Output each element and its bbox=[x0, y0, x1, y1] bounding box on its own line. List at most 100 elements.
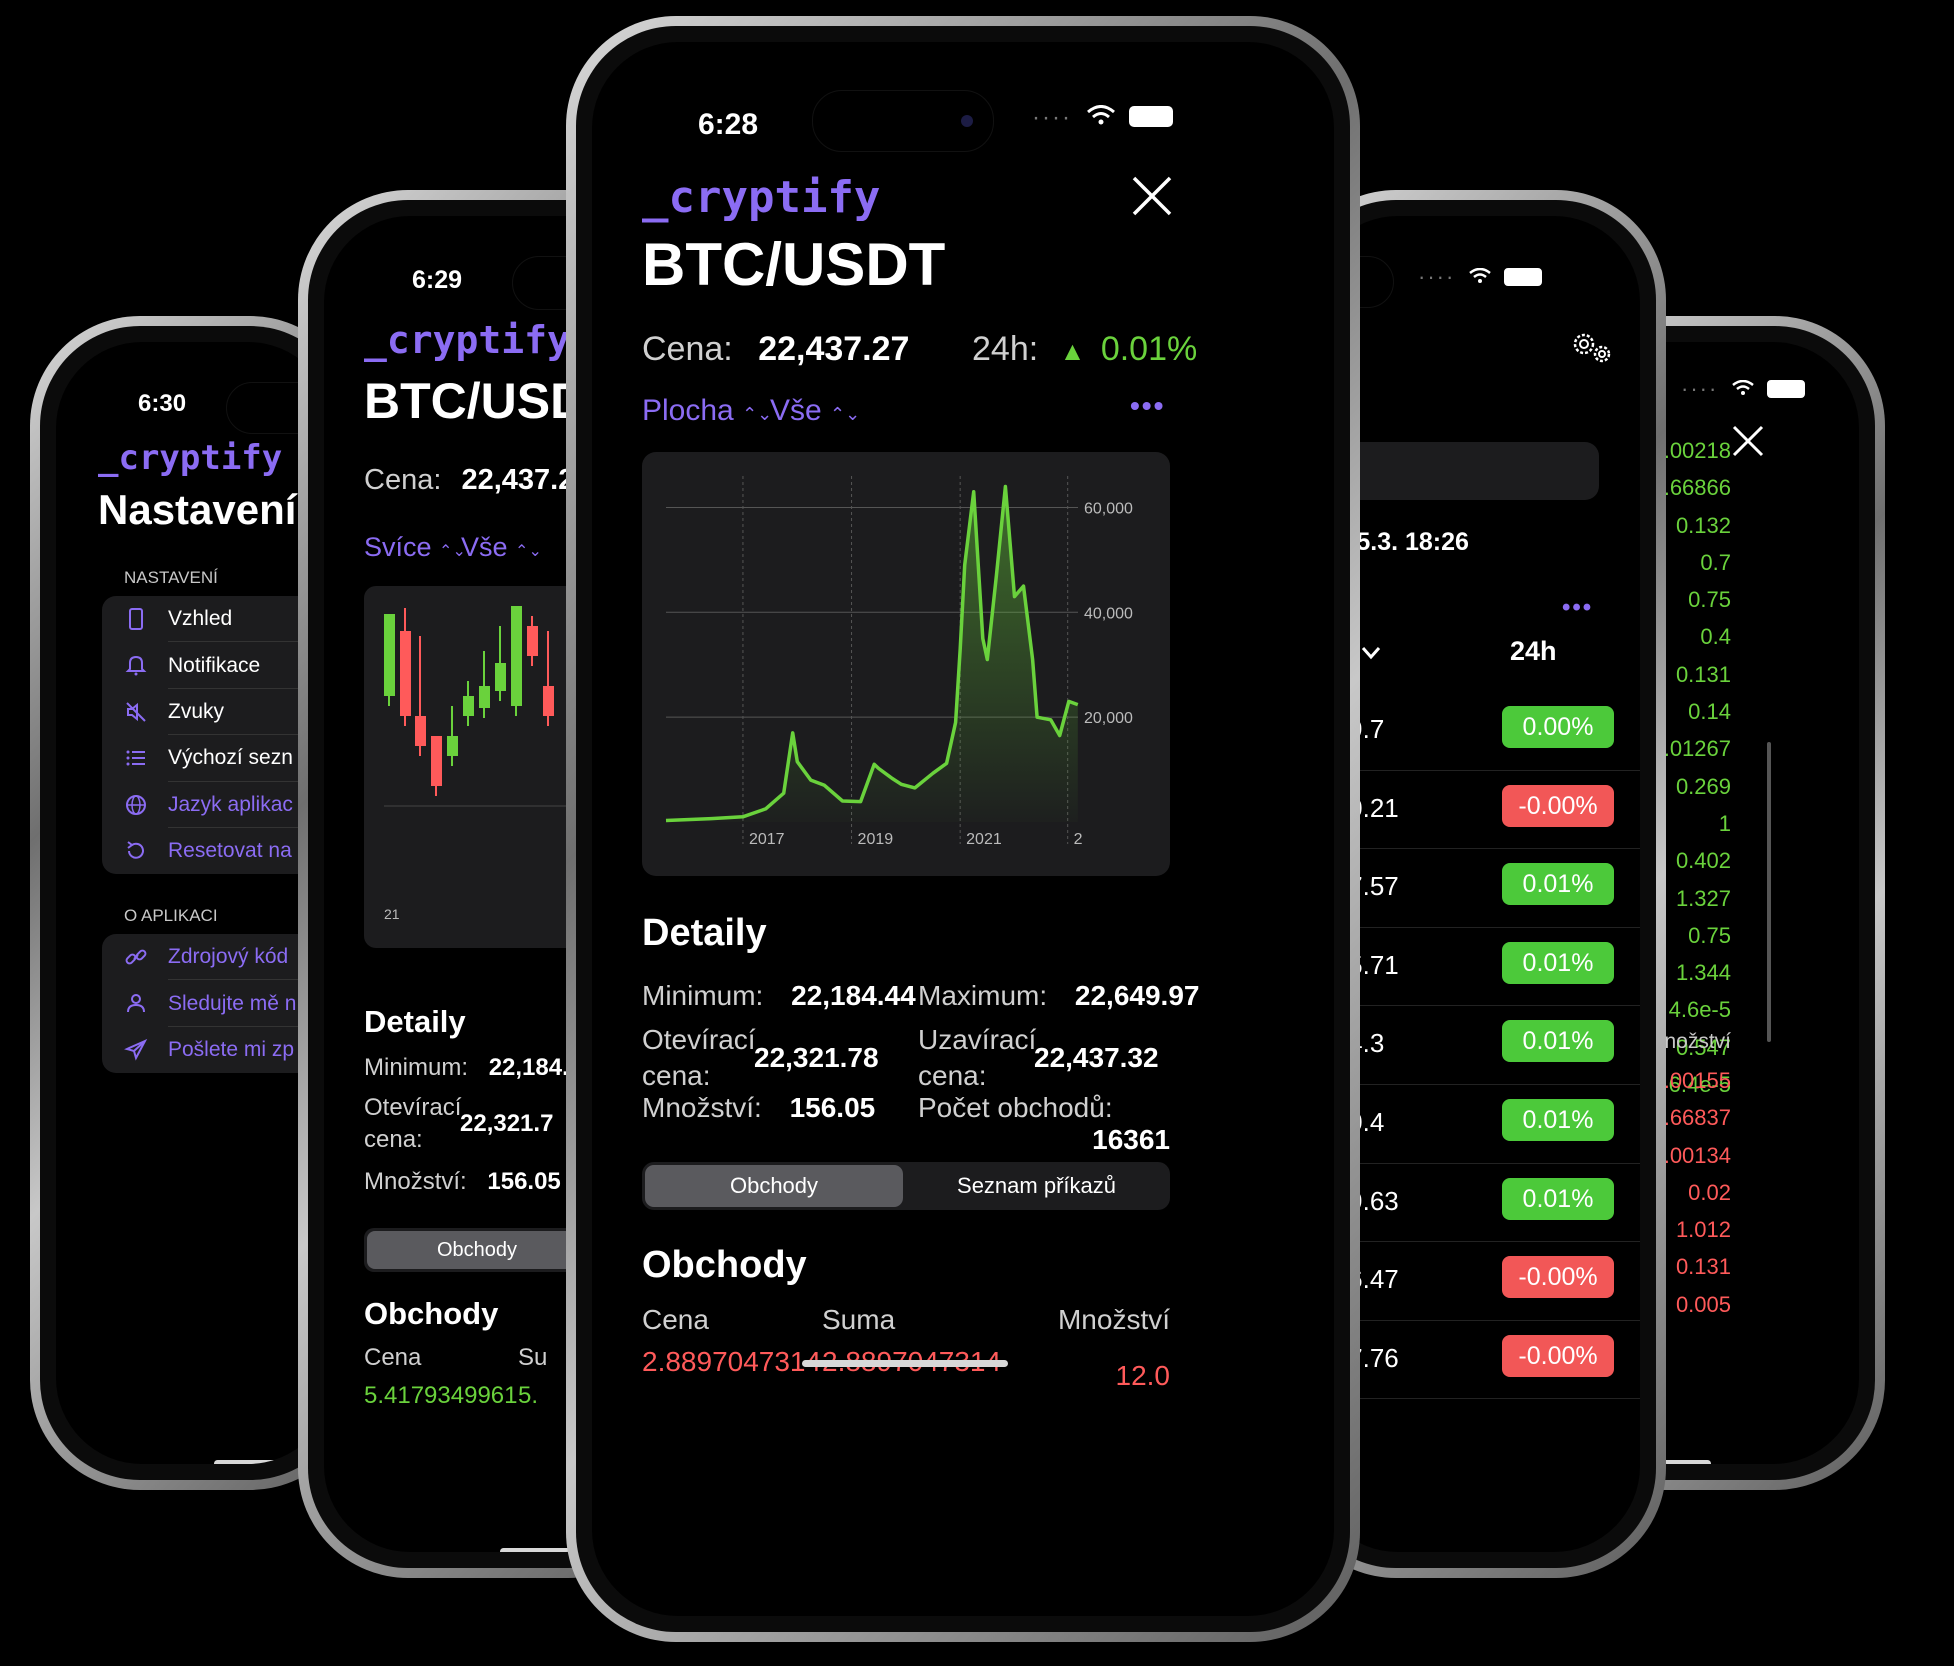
settings-item-label: Pošlete mi zp bbox=[168, 1037, 295, 1061]
camera-dot bbox=[961, 115, 973, 127]
range-label: Vše bbox=[461, 532, 508, 562]
detail-open-value: 22,321.7 bbox=[460, 1110, 554, 1137]
ticker-row[interactable]: ,310.21-0.00% bbox=[1312, 771, 1640, 850]
detail-max-value: 22,649.97 bbox=[1074, 980, 1200, 1011]
tab-order-book[interactable]: Seznam příkazů bbox=[906, 1165, 1167, 1207]
area-chart-svg: 60,000 40,000 20,000 2017 2019 2021 2 bbox=[665, 476, 1133, 848]
detail-max: Maximum: 22,649.97 bbox=[918, 980, 1199, 1012]
trades-col-sum: Suma bbox=[822, 1304, 896, 1335]
detail-min-value: 22,184.44 bbox=[791, 980, 916, 1011]
trade-price: 5.4179349961 bbox=[364, 1382, 518, 1409]
candle-body bbox=[511, 606, 522, 706]
price-label: Cena: bbox=[364, 464, 442, 496]
chart-type-selector[interactable]: Plocha ⌃⌄ bbox=[642, 394, 772, 428]
chevron-updown-icon: ⌃⌄ bbox=[830, 404, 861, 424]
detail-volume-value: 156.05 bbox=[487, 1168, 561, 1195]
pair-title: BTC/USD bbox=[364, 373, 587, 429]
more-icon[interactable]: ••• bbox=[1562, 594, 1593, 622]
ticker-row[interactable]: ,434.30.01% bbox=[1312, 1006, 1640, 1085]
person-icon bbox=[124, 991, 148, 1020]
settings-item-label: Notifikace bbox=[168, 653, 261, 677]
candle-body bbox=[384, 614, 395, 696]
trades-col-qty: Množství bbox=[1057, 1304, 1170, 1335]
more-icon[interactable]: ••• bbox=[1130, 390, 1165, 422]
list-screen: ···· e: 5.3. 18:26 ••• na 24h bbox=[1312, 216, 1640, 1552]
detail-open-label-2: cena: bbox=[364, 1126, 423, 1153]
chart-type-selector[interactable]: Svíce ⌃⌄ bbox=[364, 532, 466, 563]
chart-type-label: Svíce bbox=[364, 532, 432, 562]
chevron-updown-icon: ⌃⌄ bbox=[742, 404, 773, 424]
price-label: Cena: bbox=[642, 330, 733, 368]
trades-title: Obchody bbox=[642, 1244, 807, 1286]
tab-obchody-label: Obchody bbox=[729, 1173, 819, 1198]
ticker-row[interactable]: ,420.40.01% bbox=[1312, 1085, 1640, 1164]
triangle-up-icon: ▲ bbox=[1059, 336, 1086, 366]
ticker-row[interactable]: ,435.710.01% bbox=[1312, 928, 1640, 1007]
range-selector[interactable]: Vše ⌃⌄ bbox=[770, 394, 860, 428]
candle-body bbox=[431, 736, 442, 786]
detail-close: Uzavírací cena: bbox=[918, 1022, 1036, 1094]
ticker-row[interactable]: ,437.570.01% bbox=[1312, 849, 1640, 928]
bell-icon bbox=[124, 653, 148, 682]
close-icon[interactable] bbox=[1731, 424, 1765, 463]
chevron-updown-icon: ⌃⌄ bbox=[515, 543, 542, 560]
app-logo: _cryptify bbox=[364, 318, 570, 362]
trades-col-price: Cena bbox=[642, 1304, 709, 1335]
range-selector[interactable]: Vše ⌃⌄ bbox=[461, 532, 542, 563]
tab-obchody[interactable]: Obchody bbox=[645, 1165, 903, 1207]
trades-col-price: Cena bbox=[364, 1344, 422, 1371]
list-icon bbox=[124, 746, 148, 775]
tab-obchody[interactable]: Obchody bbox=[367, 1231, 587, 1269]
ticker-row[interactable]: ,409.630.01% bbox=[1312, 1164, 1640, 1243]
reset-icon bbox=[124, 839, 148, 868]
app-logo: _cryptify bbox=[98, 438, 283, 478]
change-badge: 0.01% bbox=[1502, 941, 1614, 984]
detail-min-label: Minimum: bbox=[364, 1054, 469, 1081]
detail-trades-count-value: 16361 bbox=[1092, 1124, 1170, 1155]
settings-item-label: Resetovat na bbox=[168, 839, 292, 863]
range-label: Vše bbox=[770, 394, 822, 427]
scrollbar[interactable] bbox=[1767, 742, 1771, 1042]
settings-item-label: Zdrojový kód bbox=[168, 945, 289, 969]
column-header-change[interactable]: 24h bbox=[1510, 636, 1557, 667]
detail-min: Minimum: 22,184. bbox=[364, 1054, 569, 1082]
change-badge: 0.01% bbox=[1502, 1020, 1614, 1063]
detail-volume-label: Množství: bbox=[642, 1092, 762, 1123]
segmented-control: Obchody Seznam příkazů bbox=[642, 1162, 1170, 1210]
detail-max-label: Maximum: bbox=[918, 980, 1048, 1011]
change-badge: 0.00% bbox=[1502, 706, 1614, 748]
change-value: 0.01% bbox=[1100, 330, 1198, 368]
detail-open-label: Otevírací bbox=[364, 1094, 462, 1121]
page-title: Nastavení bbox=[98, 486, 297, 533]
link-icon bbox=[124, 945, 148, 974]
phone-bezel: 6:28 ···· _cryptify BTC/USDT Cena: 22,43… bbox=[576, 26, 1350, 1632]
ticker-row[interactable]: ,999.70.00% bbox=[1312, 692, 1640, 771]
x-tick-label: 2019 bbox=[858, 831, 894, 848]
settings-item-label: Vzhled bbox=[168, 607, 233, 631]
ticker-list: ,999.70.00%,310.21-0.00%,437.570.01%,435… bbox=[1312, 692, 1640, 1400]
detail-volume: Množství: 156.05 bbox=[364, 1168, 561, 1196]
send-icon bbox=[124, 1038, 148, 1067]
settings-item-label: Zvuky bbox=[168, 699, 225, 723]
main-phone: 6:28 ···· _cryptify BTC/USDT Cena: 22,43… bbox=[566, 16, 1360, 1642]
dynamic-island bbox=[812, 90, 994, 152]
detail-open-label-2: cena: bbox=[642, 1060, 711, 1091]
close-icon[interactable] bbox=[1130, 174, 1174, 223]
trades-title: Obchody bbox=[364, 1296, 499, 1331]
detail-min: Minimum: 22,184.44 bbox=[642, 980, 916, 1012]
y-tick-label: 60,000 bbox=[1084, 500, 1133, 517]
ticker-row[interactable]: ,356.47-0.00% bbox=[1312, 1242, 1640, 1321]
candle-body bbox=[463, 696, 474, 716]
candle-body bbox=[415, 716, 426, 746]
status-icons: ···· bbox=[1418, 264, 1542, 290]
gear-icon[interactable] bbox=[1568, 328, 1616, 373]
status-time: 6:29 bbox=[412, 266, 463, 294]
app-logo: _cryptify bbox=[642, 172, 881, 223]
main-screen: 6:28 ···· _cryptify BTC/USDT Cena: 22,43… bbox=[592, 42, 1334, 1616]
ticker-row[interactable]: ,167.76-0.00% bbox=[1312, 1321, 1640, 1400]
trade-qty: 12.0 bbox=[1115, 1360, 1171, 1391]
signal-icon: ···· bbox=[1418, 264, 1456, 289]
detail-close-label: Uzavírací bbox=[918, 1024, 1037, 1055]
area-chart[interactable]: 60,000 40,000 20,000 2017 2019 2021 2 bbox=[642, 452, 1170, 876]
details-title: Detaily bbox=[364, 1004, 466, 1039]
